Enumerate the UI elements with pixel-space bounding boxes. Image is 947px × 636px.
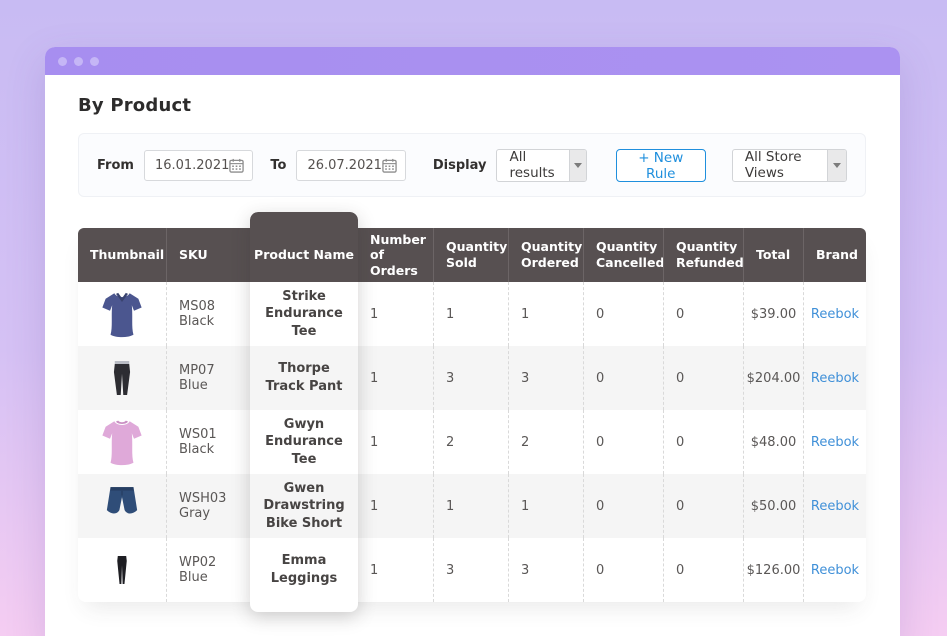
from-date-input[interactable]: 16.01.2021 [144, 150, 253, 181]
column-header-quantity-sold[interactable]: Quantity Sold [433, 228, 508, 282]
orders-cell: 1 [358, 410, 433, 474]
store-views-select[interactable]: All Store Views [732, 149, 847, 182]
qty-cancelled-cell: 0 [583, 474, 663, 538]
qty-refunded-cell: 0 [663, 538, 743, 602]
product-name-cell: Gwen Drawstring Bike Short [250, 474, 358, 538]
new-rule-button[interactable]: + New Rule [616, 149, 706, 182]
column-header-quantity-refunded[interactable]: Quantity Refunded [663, 228, 743, 282]
product-name-cell: Thorpe Track Pant [250, 346, 358, 410]
table-row: WS01 Black 1 2 2 0 0 $48.00 Reebok [78, 410, 866, 474]
product-thumbnail [78, 474, 166, 538]
sku-cell: MS08 Black [166, 282, 250, 346]
sku-cell: WSH03 Gray [166, 474, 250, 538]
orders-cell: 1 [358, 474, 433, 538]
column-header-thumbnail[interactable]: Thumbnail [78, 228, 166, 282]
to-date-input[interactable]: 26.07.2021 [296, 150, 405, 181]
column-header-brand[interactable]: Brand [803, 228, 866, 282]
track-pant-image [105, 353, 139, 403]
table-row: MP07 Blue 1 3 3 0 0 $204.00 Reebok [78, 346, 866, 410]
brand-link[interactable]: Reebok [811, 307, 859, 322]
qty-ordered-cell: 2 [508, 410, 583, 474]
page-content: By Product From 16.01.2021 To 26.0 [45, 95, 900, 602]
display-select[interactable]: All results [496, 149, 586, 182]
qty-refunded-cell: 0 [663, 474, 743, 538]
sku-cell: WP02 Blue [166, 538, 250, 602]
table-row: WP02 Blue 1 3 3 0 0 $126.00 Reebok [78, 538, 866, 602]
qty-ordered-cell: 3 [508, 346, 583, 410]
column-header-total[interactable]: Total [743, 228, 803, 282]
product-report-table: Thumbnail SKU Number of Orders Quantity … [78, 228, 866, 602]
total-cell: $39.00 [743, 282, 803, 346]
product-thumbnail [78, 410, 166, 474]
table-row: MS08 Black 1 1 1 0 0 $39.00 Reebok [78, 282, 866, 346]
product-thumbnail [78, 346, 166, 410]
total-cell: $204.00 [743, 346, 803, 410]
qty-refunded-cell: 0 [663, 282, 743, 346]
display-label: Display [433, 158, 487, 173]
product-name-cell: Gwyn Endurance Tee [250, 410, 358, 474]
brand-link[interactable]: Reebok [811, 563, 859, 578]
from-date-value: 16.01.2021 [155, 158, 229, 173]
sku-cell: WS01 Black [166, 410, 250, 474]
column-header-quantity-ordered[interactable]: Quantity Ordered [508, 228, 583, 282]
total-cell: $126.00 [743, 538, 803, 602]
brand-link[interactable]: Reebok [811, 499, 859, 514]
window-control-minimize[interactable] [74, 57, 83, 66]
qty-refunded-cell: 0 [663, 410, 743, 474]
orders-cell: 1 [358, 346, 433, 410]
display-select-value: All results [497, 150, 568, 181]
qty-sold-cell: 1 [433, 474, 508, 538]
from-label: From [97, 158, 134, 173]
brand-link[interactable]: Reebok [811, 435, 859, 450]
window-control-close[interactable] [58, 57, 67, 66]
orders-cell: 1 [358, 282, 433, 346]
qty-ordered-cell: 3 [508, 538, 583, 602]
leggings-image [108, 545, 136, 595]
window-titlebar [45, 47, 900, 75]
qty-sold-cell: 3 [433, 538, 508, 602]
page-title: By Product [78, 95, 866, 116]
column-header-product-name[interactable]: Product Name [250, 212, 358, 282]
product-name-cell: Emma Leggings [250, 538, 358, 602]
qty-cancelled-cell: 0 [583, 346, 663, 410]
table-row: WSH03 Gray 1 1 1 0 0 $50.00 Reebok [78, 474, 866, 538]
blue-tee-image [100, 290, 144, 338]
column-header-number-of-orders[interactable]: Number of Orders [358, 228, 433, 282]
qty-sold-cell: 1 [433, 282, 508, 346]
qty-ordered-cell: 1 [508, 474, 583, 538]
orders-cell: 1 [358, 538, 433, 602]
qty-ordered-cell: 1 [508, 282, 583, 346]
calendar-icon[interactable] [382, 158, 397, 173]
product-thumbnail [78, 282, 166, 346]
qty-sold-cell: 3 [433, 346, 508, 410]
product-name-cell: Strike Endurance Tee [250, 282, 358, 346]
qty-cancelled-cell: 0 [583, 282, 663, 346]
browser-window: By Product From 16.01.2021 To 26.0 [45, 47, 900, 636]
product-thumbnail [78, 538, 166, 602]
column-header-sku[interactable]: SKU [166, 228, 250, 282]
brand-link[interactable]: Reebok [811, 371, 859, 386]
chevron-down-icon[interactable] [827, 150, 846, 181]
total-cell: $48.00 [743, 410, 803, 474]
qty-cancelled-cell: 0 [583, 538, 663, 602]
window-control-maximize[interactable] [90, 57, 99, 66]
store-views-select-value: All Store Views [733, 150, 827, 181]
to-label: To [270, 158, 286, 173]
pink-tee-image [100, 418, 144, 466]
column-header-quantity-cancelled[interactable]: Quantity Cancelled [583, 228, 663, 282]
filter-bar: From 16.01.2021 To 26.07.2021 [78, 133, 866, 197]
qty-sold-cell: 2 [433, 410, 508, 474]
sku-cell: MP07 Blue [166, 346, 250, 410]
to-date-value: 26.07.2021 [307, 158, 381, 173]
bike-short-image [100, 483, 144, 529]
product-name-column-highlight: Product Name Strike Endurance Tee Thorpe… [250, 212, 358, 612]
chevron-down-icon[interactable] [569, 150, 586, 181]
calendar-icon[interactable] [229, 158, 244, 173]
total-cell: $50.00 [743, 474, 803, 538]
table-header-row: Thumbnail SKU Number of Orders Quantity … [78, 228, 866, 282]
qty-cancelled-cell: 0 [583, 410, 663, 474]
qty-refunded-cell: 0 [663, 346, 743, 410]
